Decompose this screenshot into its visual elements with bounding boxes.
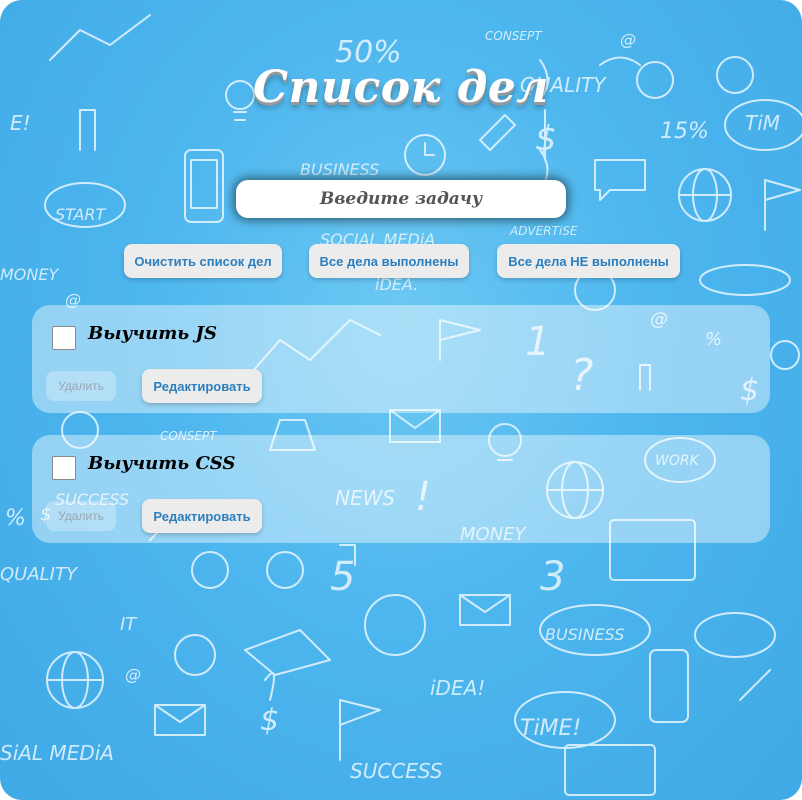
task-item: Выучить JS Удалить Редактировать xyxy=(32,305,770,413)
svg-text:MONEY: MONEY xyxy=(0,265,59,284)
page-title: Список дел xyxy=(252,62,550,113)
svg-text:TiME!: TiME! xyxy=(520,716,581,741)
svg-text:TiM: TiM xyxy=(745,111,780,135)
svg-text:15%: 15% xyxy=(660,119,709,144)
clear-list-button[interactable]: Очистить список дел xyxy=(124,244,282,278)
svg-text:5: 5 xyxy=(330,554,355,600)
svg-text:@: @ xyxy=(620,30,636,49)
svg-text:START: START xyxy=(55,205,107,224)
svg-text:$: $ xyxy=(260,703,279,738)
svg-text:IT: IT xyxy=(120,614,138,635)
task-checkbox[interactable] xyxy=(52,456,76,480)
svg-text:iDEA!: iDEA! xyxy=(430,676,485,700)
svg-text:$: $ xyxy=(535,119,557,159)
svg-text:BUSINESS: BUSINESS xyxy=(300,160,379,179)
task-text: Выучить CSS xyxy=(88,453,236,474)
svg-text:SiAL MEDiA: SiAL MEDiA xyxy=(0,741,114,765)
edit-task-button[interactable]: Редактировать xyxy=(142,369,262,403)
svg-text:ADVERTiSE: ADVERTiSE xyxy=(509,224,578,238)
svg-text:CONSEPT: CONSEPT xyxy=(485,29,543,43)
svg-text:QUALITY: QUALITY xyxy=(0,564,79,585)
task-input[interactable] xyxy=(236,180,566,218)
svg-text:E!: E! xyxy=(10,111,31,135)
svg-text:BUSINESS: BUSINESS xyxy=(545,625,624,644)
edit-task-button[interactable]: Редактировать xyxy=(142,499,262,533)
task-item: Выучить CSS Удалить Редактировать xyxy=(32,435,770,543)
svg-text:@: @ xyxy=(125,665,141,684)
delete-task-button[interactable]: Удалить xyxy=(46,501,116,531)
svg-text:%: % xyxy=(5,506,26,531)
svg-text:SUCCESS: SUCCESS xyxy=(350,759,443,783)
mark-all-done-button[interactable]: Все дела выполнены xyxy=(309,244,469,278)
mark-all-undone-button[interactable]: Все дела НЕ выполнены xyxy=(497,244,680,278)
delete-task-button[interactable]: Удалить xyxy=(46,371,116,401)
task-checkbox[interactable] xyxy=(52,326,76,350)
svg-text:3: 3 xyxy=(540,554,565,600)
task-text: Выучить JS xyxy=(88,323,217,344)
